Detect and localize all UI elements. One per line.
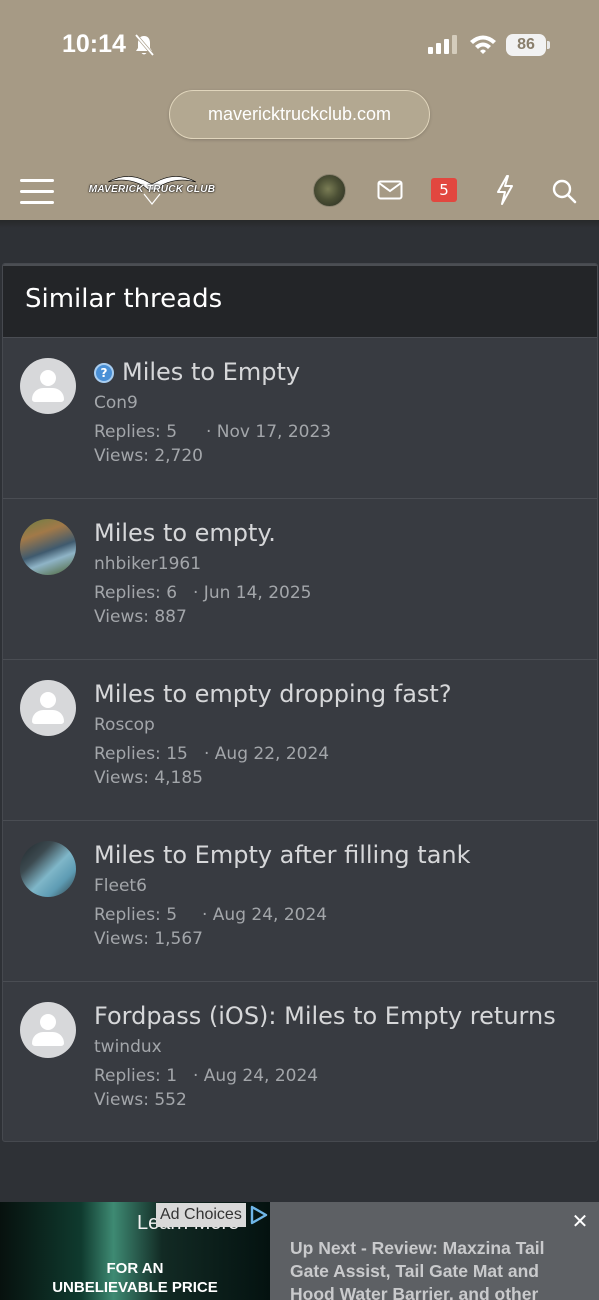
thread-row[interactable]: Miles to Empty after filling tank Fleet6… [3,820,597,981]
avatar[interactable] [20,680,76,736]
thread-row[interactable]: Fordpass (iOS): Miles to Empty returns t… [3,981,597,1141]
thread-row[interactable]: ? Miles to Empty Con9 Replies: 5 · Nov 17… [3,337,597,498]
thread-title[interactable]: Fordpass (iOS): Miles to Empty returns [94,1002,556,1030]
avatar[interactable] [20,1002,76,1058]
ad-choices-label[interactable]: Ad Choices [156,1203,246,1227]
status-bar: 10:14 86 [0,0,599,90]
thread-date: · Aug 24, 2024 [202,905,328,925]
menu-icon[interactable] [20,177,54,205]
thread-title[interactable]: Miles to empty dropping fast? [94,680,452,708]
thread-views: Views: 887 [94,607,187,627]
thread-replies: Replies: 6 [94,583,178,603]
top-bar: 10:14 86 mavericktruckclub.com MAVERICK … [0,0,599,220]
thread-views: Views: 2,720 [94,446,203,466]
header-shadow [0,220,599,228]
ad-tagline-line1: FOR AN [106,1260,164,1277]
thread-date: · Aug 22, 2024 [204,744,330,764]
thread-replies: Replies: 1 [94,1066,178,1086]
search-icon[interactable] [551,178,577,204]
question-icon: ? [94,363,114,383]
thread-title-link[interactable]: ? Miles to Empty [94,358,300,386]
ad-tagline: FOR AN UNBELIEVABLE PRICE [0,1259,270,1297]
alerts-badge[interactable]: 5 [431,178,457,202]
logo-text: MAVERICK TRUCK CLUB [88,184,216,195]
site-navbar: MAVERICK TRUCK CLUB 5 [0,160,599,220]
site-logo[interactable]: MAVERICK TRUCK CLUB [86,170,218,206]
thread-author[interactable]: twindux [94,1037,162,1057]
cell-signal-icon [428,35,457,54]
avatar[interactable] [20,519,76,575]
thread-replies: Replies: 15 [94,744,188,764]
thread-author[interactable]: Roscop [94,715,155,735]
ad-tagline-line2: UNBELIEVABLE PRICE [52,1279,218,1296]
avatar[interactable] [20,841,76,897]
ad-up-next-text[interactable]: Up Next - Review: Maxzina Tail Gate Assi… [290,1237,580,1300]
mail-icon[interactable] [377,180,403,200]
ad-choices-icon[interactable] [247,1204,269,1226]
similar-threads-panel: Similar threads ? Miles to Empty Con9 Rep… [2,263,598,1142]
panel-title: Similar threads [25,284,223,314]
battery-indicator: 86 [506,34,550,56]
battery-nub [547,41,550,49]
user-avatar[interactable] [313,174,346,207]
thread-date: · Nov 17, 2023 [206,422,332,442]
thread-title[interactable]: Miles to Empty after filling tank [94,841,471,869]
bottom-ad-banner[interactable]: Learn More Ad Choices FOR AN UNBELIEVABL… [0,1202,599,1300]
thread-author[interactable]: Con9 [94,393,138,413]
thread-views: Views: 552 [94,1090,187,1110]
thread-row[interactable]: Miles to empty dropping fast? Roscop Rep… [3,659,597,820]
thread-row[interactable]: Miles to empty. nhbiker1961 Replies: 6 ·… [3,498,597,659]
bell-off-icon [134,33,155,57]
thread-replies: Replies: 5 [94,905,178,925]
thread-views: Views: 4,185 [94,768,203,788]
status-time: 10:14 [62,30,126,58]
thread-views: Views: 1,567 [94,929,203,949]
avatar[interactable] [20,358,76,414]
thread-date: · Jun 14, 2025 [193,583,312,603]
whats-new-bolt-icon[interactable] [495,175,515,205]
thread-replies: Replies: 5 [94,422,178,442]
close-icon[interactable]: ✕ [569,1210,591,1232]
battery-level: 86 [506,34,546,56]
thread-author[interactable]: nhbiker1961 [94,554,201,574]
wifi-icon [470,35,496,54]
panel-header: Similar threads [3,264,597,337]
thread-date: · Aug 24, 2024 [193,1066,319,1086]
thread-title[interactable]: Miles to empty. [94,519,276,547]
thread-title[interactable]: Miles to Empty [122,358,300,386]
url-bar[interactable]: mavericktruckclub.com [169,90,430,139]
thread-author[interactable]: Fleet6 [94,876,147,896]
